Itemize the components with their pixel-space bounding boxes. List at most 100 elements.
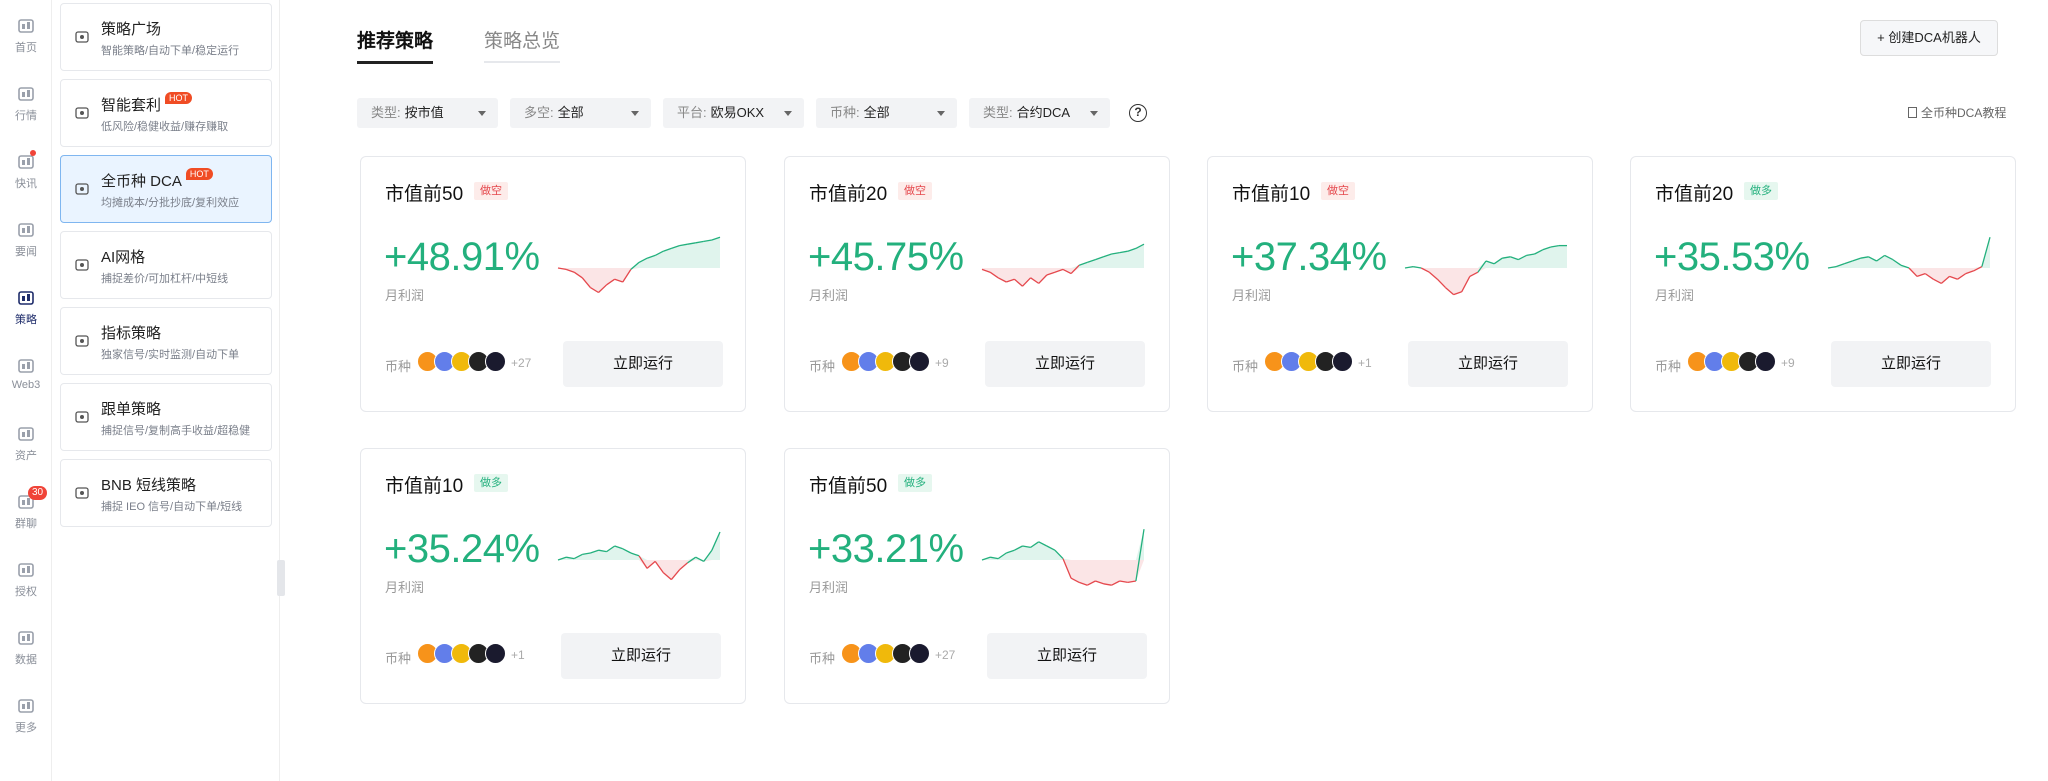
sidebar-item-title: AI网格 xyxy=(101,246,145,267)
profit-sparkline xyxy=(557,531,721,581)
gain-area xyxy=(982,529,1144,560)
hot-badge: HOT xyxy=(165,92,193,104)
filter-coin-select[interactable]: 币种: 全部 xyxy=(816,98,957,128)
doc-icon xyxy=(1908,107,1917,118)
filter-label: 币种: xyxy=(830,105,860,120)
sidebar-item-4[interactable]: 指标策略 独家信号/实时监测/自动下单 xyxy=(60,307,272,375)
copy-trade-icon xyxy=(75,410,89,424)
rail-label: 行情 xyxy=(15,110,37,122)
dca-tutorial-link[interactable]: 全币种DCA教程 xyxy=(1908,104,2006,121)
strategy-sidebar: 策略广场 智能策略/自动下单/稳定运行 智能套利 HOT 低风险/稳健收益/赚存赚取 全币… xyxy=(52,0,280,781)
monthly-profit-value: +35.24% xyxy=(384,527,540,571)
coins-label: 币种 xyxy=(809,359,836,374)
tutorial-label: 全币种DCA教程 xyxy=(1921,106,2007,120)
more-coins-count: +1 xyxy=(1358,356,1372,370)
filter-type-select[interactable]: 类型: 按市值 xyxy=(357,98,498,128)
rail-item-6[interactable]: 资产 xyxy=(0,424,52,463)
coin-icon-stack xyxy=(1687,351,1783,373)
sidebar-item-5[interactable]: 跟单策略 捕捉信号/复制高手收益/超稳健 xyxy=(60,383,272,451)
rail-item-4[interactable]: 策略 xyxy=(0,288,52,327)
filter-value: 欧易OKX xyxy=(710,105,765,120)
filter-value: 合约DCA xyxy=(1016,105,1071,120)
profit-sparkline xyxy=(1404,244,1567,296)
more-coins-count: +9 xyxy=(1781,356,1795,370)
sidebar-item-label: AI网格 xyxy=(101,249,146,266)
direction-tag: 做空 xyxy=(1321,182,1355,200)
filter-label: 类型: xyxy=(371,105,401,120)
chevron-down-icon xyxy=(478,111,486,116)
filter-platform-select[interactable]: 平台: 欧易OKX xyxy=(663,98,804,128)
sidebar-item-title: 跟单策略 xyxy=(101,398,161,419)
sidebar-item-0[interactable]: 策略广场智能策略/自动下单/稳定运行 xyxy=(60,3,272,71)
arbitrage-icon xyxy=(75,106,89,120)
profit-sparkline xyxy=(1827,237,1991,284)
sidebar-item-6[interactable]: BNB 短线策略 捕捉 IEO 信号/自动下单/短线 xyxy=(60,459,272,527)
sidebar-collapse-handle[interactable] xyxy=(277,560,285,596)
coins-label: 币种 xyxy=(809,651,836,666)
rail-item-7[interactable]: 群聊 30 xyxy=(0,486,52,531)
rail-label: 群聊 xyxy=(15,518,37,530)
bnb-icon xyxy=(75,486,89,500)
rail-item-0[interactable]: 首页 xyxy=(0,16,52,55)
coins-label: 币种 xyxy=(385,359,412,374)
run-now-button[interactable]: 立即运行 xyxy=(1831,341,1991,387)
monthly-profit-value: +37.34% xyxy=(1231,235,1387,279)
strategy-card: 市值前10 做多 +35.24% 月利润 币种 +1 立即运行 xyxy=(360,448,746,704)
rail-item-3[interactable]: 要闻 xyxy=(0,220,52,259)
sidebar-item-1[interactable]: 智能套利 HOT 低风险/稳健收益/赚存赚取 xyxy=(60,79,272,147)
help-icon[interactable]: ? xyxy=(1129,104,1147,122)
coin-icon xyxy=(1332,351,1353,372)
sidebar-item-title: 策略广场 xyxy=(101,18,161,39)
create-dca-robot-button[interactable]: + 创建DCA机器人 xyxy=(1860,20,1998,56)
sidebar-item-2[interactable]: 全币种 DCA HOT 均摊成本/分批抄底/复利效应 xyxy=(60,155,272,223)
chevron-down-icon xyxy=(784,111,792,116)
sidebar-item-label: 跟单策略 xyxy=(101,401,162,418)
filter-contract-type-select[interactable]: 类型: 合约DCA xyxy=(969,98,1110,128)
coin-icon-stack xyxy=(841,351,937,373)
coins-label: 币种 xyxy=(1232,359,1259,374)
monthly-profit-value: +33.21% xyxy=(808,527,964,571)
rail-item-10[interactable]: 更多 xyxy=(0,696,52,735)
direction-tag: 做多 xyxy=(1744,182,1778,200)
filter-value: 全部 xyxy=(863,105,890,120)
monthly-profit-label: 月利润 xyxy=(809,288,849,303)
profit-sparkline xyxy=(981,243,1145,287)
tab-recommended[interactable]: 推荐策略 xyxy=(357,26,434,64)
tab-overview[interactable]: 策略总览 xyxy=(484,26,561,63)
strategy-card: 市值前50 做空 +48.91% 月利润 币种 +27 立即运行 xyxy=(360,156,746,412)
strategy-card-title: 市值前10 xyxy=(1232,184,1311,205)
coin-icon xyxy=(909,643,930,664)
coin-icon-stack xyxy=(841,643,937,665)
filter-value: 全部 xyxy=(557,105,584,120)
unread-badge: 30 xyxy=(28,486,48,500)
rail-item-1[interactable]: 行情 xyxy=(0,84,52,123)
strategy-card-title: 市值前20 xyxy=(809,184,888,205)
strategy-card-title: 市值前50 xyxy=(809,476,888,497)
filter-value: 按市值 xyxy=(404,105,444,120)
filter-direction-select[interactable]: 多空: 全部 xyxy=(510,98,651,128)
run-now-button[interactable]: 立即运行 xyxy=(987,633,1147,679)
indicator-icon xyxy=(75,334,89,348)
sidebar-item-subtitle: 低风险/稳健收益/赚存赚取 xyxy=(101,121,229,133)
rail-label: 要闻 xyxy=(15,246,37,258)
rail-item-5[interactable]: Web3 xyxy=(0,356,52,391)
data-icon xyxy=(16,628,36,648)
sidebar-item-subtitle: 独家信号/实时监测/自动下单 xyxy=(101,349,240,361)
monthly-profit-label: 月利润 xyxy=(1232,288,1272,303)
chevron-down-icon xyxy=(937,111,945,116)
strategy-card-title: 市值前10 xyxy=(385,476,464,497)
auth-icon xyxy=(16,560,36,580)
rail-item-8[interactable]: 授权 xyxy=(0,560,52,599)
run-now-button[interactable]: 立即运行 xyxy=(985,341,1145,387)
more-coins-count: +9 xyxy=(935,356,949,370)
rail-item-9[interactable]: 数据 xyxy=(0,628,52,667)
rail-item-2[interactable]: 快讯 xyxy=(0,150,52,191)
home-icon xyxy=(16,16,36,36)
sidebar-item-3[interactable]: AI网格 捕捉差价/可加杠杆/中短线 xyxy=(60,231,272,299)
run-now-button[interactable]: 立即运行 xyxy=(561,633,721,679)
sidebar-item-subtitle: 智能策略/自动下单/稳定运行 xyxy=(101,45,240,57)
run-now-button[interactable]: 立即运行 xyxy=(563,341,723,387)
sidebar-item-subtitle: 捕捉 IEO 信号/自动下单/短线 xyxy=(101,501,243,513)
run-now-button[interactable]: 立即运行 xyxy=(1408,341,1568,387)
monthly-profit-value: +45.75% xyxy=(808,235,964,279)
